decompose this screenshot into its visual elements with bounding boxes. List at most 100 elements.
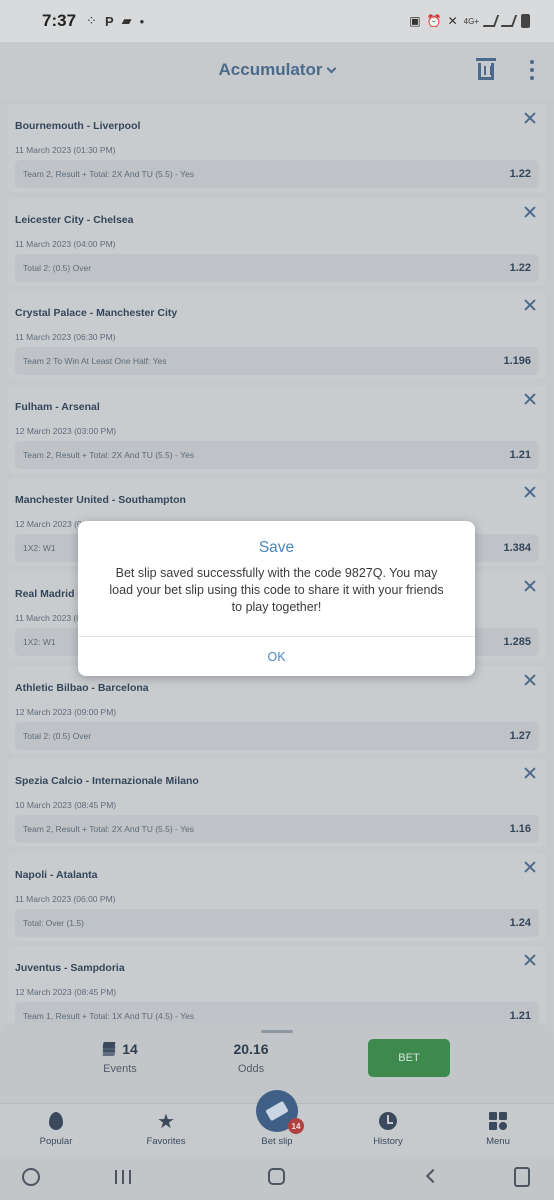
market-label: Total 2: (0.5) Over <box>23 262 92 273</box>
bet-slip-count-badge: 14 <box>288 1118 304 1134</box>
layers-icon <box>102 1042 116 1056</box>
system-icons: ▣ ⏰ ✕ 4G+ <box>409 14 530 28</box>
total-odds-value: 20.16 <box>233 1041 269 1057</box>
events-label: Events <box>103 1063 137 1075</box>
status-time: 7:37 <box>42 11 77 30</box>
alarm-icon: ⏰ <box>426 14 442 28</box>
market-label: Team 2, Result + Total: 2X And TU (5.5) … <box>23 169 194 179</box>
odds-value: 1.285 <box>503 635 531 648</box>
recent-apps-button[interactable] <box>115 1170 131 1184</box>
tab-favorites[interactable]: ★ Favorites <box>126 1112 206 1147</box>
bet-card: Juventus - Sampdoria 12 March 2023 (08:45… <box>8 946 546 1035</box>
bet-selection[interactable]: Team 2 To Win At Least One Half: Yes 1.19… <box>15 347 539 376</box>
system-navigation-bar <box>0 1156 554 1200</box>
match-title: Crystal Palace - Manchester City <box>15 307 178 320</box>
close-icon[interactable] <box>524 954 536 966</box>
screen-rotate-icon[interactable] <box>514 1167 530 1187</box>
home-button[interactable] <box>268 1168 285 1185</box>
match-title: Fulham - Arsenal <box>15 400 100 413</box>
bet-selection[interactable]: Total 2: (0.5) Over 1.27 <box>15 721 539 750</box>
odds-value: 1.16 <box>509 823 531 836</box>
close-icon[interactable] <box>524 112 536 124</box>
market-label: Team 2, Result + Total: 2X And TU (5.5) … <box>23 449 194 460</box>
close-icon[interactable] <box>524 861 536 873</box>
close-icon[interactable] <box>524 486 536 498</box>
match-date: 12 March 2023 (08:45 PM) <box>15 987 117 998</box>
market-label: 1X2: W1 <box>23 636 56 647</box>
save-dialog: Save Bet slip saved successfully with th… <box>78 521 475 676</box>
match-date: 11 March 2023 (06:00 PM) <box>15 893 116 904</box>
bet-card: Bournemouth - Liverpool 11 March 2023 (01… <box>8 104 546 192</box>
market-label: Total 2: (0.5) Over <box>23 730 92 741</box>
match-title: Athletic Bilbao - Barcelona <box>15 681 149 694</box>
tab-label: Popular <box>39 1136 73 1147</box>
odds-label: Odds <box>237 1063 265 1075</box>
odds-summary: 20.16 Odds <box>220 1041 282 1075</box>
events-summary: 14 Events <box>92 1041 148 1075</box>
tab-popular[interactable]: Popular <box>16 1112 96 1147</box>
drag-handle[interactable] <box>261 1030 293 1033</box>
bet-selection[interactable]: Team 2, Result + Total: 2X And TU (5.5) … <box>15 440 539 469</box>
odds-value: 1.21 <box>509 448 531 461</box>
match-date: 11 March 2023 (04:00 PM) <box>15 238 116 249</box>
match-date: 11 March 2023 (01:30 PM) <box>15 145 116 155</box>
market-label: Team 1, Result + Total: 1X And TU (4.5) … <box>23 1011 194 1022</box>
odds-value: 1.22 <box>509 168 531 180</box>
bet-selection[interactable]: Team 2, Result + Total: 2X And TU (5.5) … <box>15 815 539 844</box>
tab-history[interactable]: History <box>348 1112 428 1147</box>
close-icon[interactable] <box>524 767 536 779</box>
bet-card: Fulham - Arsenal 12 March 2023 (03:00 PM)… <box>8 384 546 473</box>
match-date: 10 March 2023 (08:45 PM) <box>15 800 117 811</box>
status-bar: 7:37 ⁘ P ▰ • ▣ ⏰ ✕ 4G+ <box>0 0 554 42</box>
match-title: Bournemouth - Liverpool <box>15 120 141 132</box>
match-date: 12 March 2023 (03:00 PM) <box>15 425 117 436</box>
ok-button[interactable]: OK <box>78 637 475 676</box>
bet-card: Leicester City - Chelsea 11 March 2023 (0… <box>8 197 546 286</box>
tab-label: Favorites <box>146 1136 186 1147</box>
close-icon[interactable] <box>524 393 536 405</box>
bet-type-dropdown[interactable]: Accumulator <box>218 60 337 80</box>
bet-card: Crystal Palace - Manchester City 11 March… <box>8 291 546 380</box>
bet-button[interactable]: BET <box>368 1039 450 1077</box>
match-title: Napoli - Atalanta <box>15 868 98 881</box>
close-icon[interactable] <box>524 299 536 311</box>
tab-menu[interactable]: Menu <box>458 1112 538 1147</box>
market-label: Team 2 To Win At Least One Half: Yes <box>23 356 167 367</box>
close-icon[interactable] <box>524 580 536 592</box>
events-count: 14 <box>122 1041 138 1057</box>
bet-card: Spezia Calcio - Internazionale Milano 10 … <box>8 759 546 848</box>
more-vert-icon[interactable] <box>530 60 534 80</box>
flame-icon <box>49 1112 63 1130</box>
app-bar: Accumulator <box>0 42 554 98</box>
bet-selection[interactable]: Total 2: (0.5) Over 1.22 <box>15 253 539 282</box>
page-title: Accumulator <box>218 60 323 79</box>
back-button[interactable] <box>425 1168 441 1184</box>
odds-value: 1.196 <box>503 355 531 368</box>
bet-card: Athletic Bilbao - Barcelona 12 March 2023… <box>8 665 546 754</box>
chevron-down-icon <box>327 63 337 73</box>
match-title: Leicester City - Chelsea <box>15 213 134 226</box>
grid-icon <box>489 1112 507 1130</box>
close-icon[interactable] <box>524 674 536 686</box>
bet-selection[interactable]: Total: Over (1.5) 1.24 <box>15 908 539 937</box>
battery-icon <box>521 14 530 28</box>
odds-value: 1.24 <box>509 916 531 929</box>
market-label: Team 2, Result + Total: 2X And TU (5.5) … <box>23 824 194 835</box>
network-type-icon: 4G+ <box>463 16 479 26</box>
match-date: 12 March 2023 (09:00 PM) <box>15 706 117 717</box>
apps-icon: ⁘ <box>86 13 97 28</box>
clock-icon <box>379 1112 397 1130</box>
close-icon[interactable] <box>524 206 536 218</box>
star-icon: ★ <box>157 1111 175 1133</box>
notification-icons: ⁘ P ▰ • <box>86 13 144 29</box>
trash-icon[interactable] <box>476 58 496 80</box>
signal-icon <box>500 15 518 27</box>
signal-icon <box>482 15 500 27</box>
game-launcher-icon[interactable] <box>22 1168 40 1186</box>
sim-icon: ▣ <box>409 14 421 28</box>
bet-selection[interactable]: Team 2, Result + Total: 2X And TU (5.5) … <box>15 160 539 188</box>
tab-label: Bet slip <box>261 1136 293 1147</box>
chat-icon: ▰ <box>121 13 132 28</box>
odds-value: 1.27 <box>509 729 531 742</box>
tab-label: Menu <box>486 1136 510 1147</box>
